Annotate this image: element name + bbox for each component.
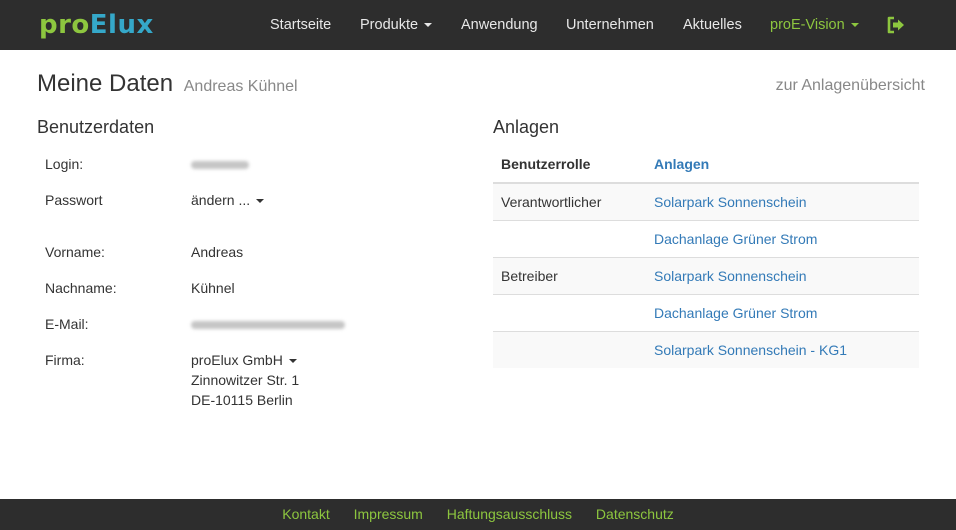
login-label: Login: (45, 156, 84, 172)
role-cell (493, 219, 646, 257)
company-city: DE-10115 Berlin (191, 392, 293, 408)
change-password-dropdown[interactable]: ändern ... (191, 192, 265, 208)
role-column-header: Benutzerrolle (493, 146, 646, 184)
caret-down-icon (850, 23, 859, 28)
nav-proe-vision[interactable]: proE-Vision (770, 0, 859, 50)
change-password-label: ändern ... (191, 192, 251, 208)
top-navbar: proElux Startseite Produkte Anwendung Un… (0, 0, 956, 50)
plants-table: Benutzerrolle Anlagen Verantwortlicher S… (493, 146, 919, 368)
footer-link-haftungsausschluss[interactable]: Haftungsausschluss (447, 506, 572, 522)
role-cell (493, 293, 646, 331)
page-subtitle: Andreas Kühnel (183, 78, 298, 95)
plants-column-header[interactable]: Anlagen (646, 146, 919, 184)
email-label: E-Mail: (45, 316, 89, 332)
company-label: Firma: (45, 352, 85, 368)
role-cell (493, 330, 646, 368)
sign-out-icon[interactable] (886, 15, 906, 35)
table-row: Solarpark Sonnenschein - KG1 (493, 330, 919, 368)
caret-down-icon (256, 199, 265, 204)
footer: Kontakt Impressum Haftungsausschluss Dat… (0, 499, 956, 530)
role-cell: Verantwortlicher (493, 182, 646, 220)
caret-down-icon (288, 359, 297, 364)
company-name: proElux GmbH (191, 352, 283, 368)
table-row: Dachanlage Grüner Strom (493, 219, 919, 257)
email-value (191, 316, 345, 332)
table-row: Dachanlage Grüner Strom (493, 293, 919, 331)
login-value (191, 156, 249, 172)
plant-overview-link[interactable]: zur Anlagenübersicht (776, 77, 925, 95)
table-row: Betreiber Solarpark Sonnenschein (493, 256, 919, 294)
caret-down-icon (424, 23, 433, 28)
footer-link-kontakt[interactable]: Kontakt (282, 506, 329, 522)
company-dropdown[interactable]: proElux GmbH (191, 350, 299, 370)
company-street: Zinnowitzer Str. 1 (191, 372, 300, 388)
footer-link-datenschutz[interactable]: Datenschutz (596, 506, 674, 522)
nav-startseite[interactable]: Startseite (270, 0, 331, 50)
lastname-value: Kühnel (191, 280, 235, 296)
user-data-heading: Benutzerdaten (37, 117, 155, 137)
nav-unternehmen[interactable]: Unternehmen (566, 0, 654, 50)
plant-link[interactable]: Dachanlage Grüner Strom (646, 219, 919, 257)
nav-proe-vision-label: proE-Vision (770, 17, 845, 33)
firstname-value: Andreas (191, 244, 244, 260)
nav-produkte[interactable]: Produkte (360, 0, 433, 50)
page-title: Meine Daten Andreas Kühnel (37, 70, 298, 98)
table-header-row: Benutzerrolle Anlagen (493, 146, 919, 184)
nav-aktuelles[interactable]: Aktuelles (683, 0, 742, 50)
footer-link-impressum[interactable]: Impressum (354, 506, 423, 522)
plant-link[interactable]: Solarpark Sonnenschein (646, 256, 919, 294)
password-label: Passwort (45, 192, 103, 208)
page-title-text: Meine Daten (37, 70, 174, 97)
plant-link[interactable]: Dachanlage Grüner Strom (646, 293, 919, 331)
role-cell: Betreiber (493, 256, 646, 294)
logo-text-pro: pro (39, 10, 90, 40)
company-block: proElux GmbH Zinnowitzer Str. 1 DE-10115… (191, 350, 299, 410)
brand-logo[interactable]: proElux (39, 9, 154, 41)
plant-link[interactable]: Solarpark Sonnenschein - KG1 (646, 330, 919, 368)
plant-link[interactable]: Solarpark Sonnenschein (646, 182, 919, 220)
firstname-label: Vorname: (45, 244, 105, 260)
nav-produkte-label: Produkte (360, 17, 419, 33)
lastname-label: Nachname: (45, 280, 117, 296)
logo-text-elux: Elux (89, 10, 154, 40)
table-row: Verantwortlicher Solarpark Sonnenschein (493, 182, 919, 220)
nav-anwendung[interactable]: Anwendung (461, 0, 538, 50)
plants-heading: Anlagen (493, 117, 560, 137)
